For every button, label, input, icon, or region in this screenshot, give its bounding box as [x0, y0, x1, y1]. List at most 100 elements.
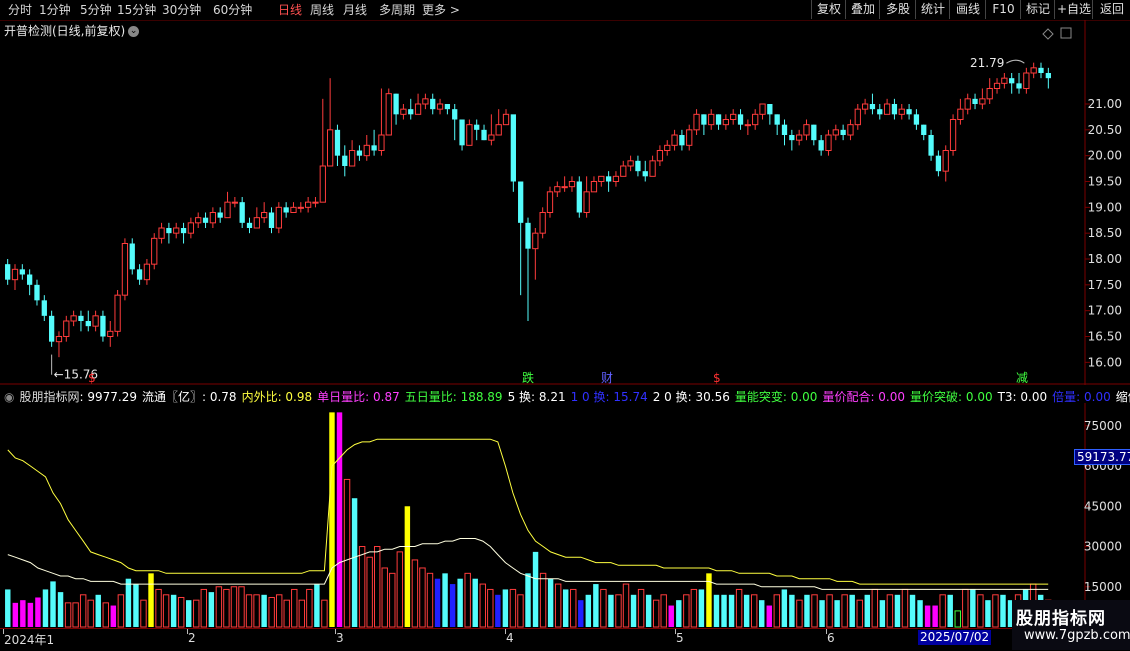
toolbar-button-3[interactable]: 统计 [915, 0, 950, 19]
candle-49 [363, 135, 370, 161]
watermark-url: www.7gpzb.com [1024, 628, 1130, 643]
volume-bar-17 [133, 584, 139, 627]
candle-61 [452, 104, 458, 141]
candle-body [576, 181, 582, 213]
candle-73 [539, 207, 546, 239]
candle-body [964, 98, 971, 110]
toolbar-button-0[interactable]: 复权 [811, 0, 846, 19]
panel-toggle-icon [1060, 27, 1072, 39]
volume-bar-6 [50, 581, 56, 627]
candle-75 [554, 181, 561, 197]
candle-27 [202, 212, 209, 228]
candle-130 [957, 98, 964, 125]
volume-bar-46 [351, 498, 358, 627]
candle-71 [525, 217, 531, 321]
candle-body [957, 108, 964, 120]
period-tab-5[interactable]: 60分钟 [213, 2, 252, 18]
period-tab-2[interactable]: 5分钟 [80, 2, 112, 18]
volume-bar-81 [615, 594, 622, 628]
volume-chart[interactable]: 7500060000450003000015000 [0, 403, 1130, 629]
price-tick-label-1: 20.50 [1088, 123, 1122, 137]
candle-body [48, 315, 55, 342]
candle-body [1023, 72, 1030, 89]
volume-bar-24 [186, 600, 192, 627]
candle-132 [972, 93, 978, 110]
volume-bar-112 [849, 594, 855, 627]
candle-68 [502, 109, 510, 126]
candle-body [11, 268, 19, 281]
indicator-suo: 缩倍 [1115, 390, 1130, 404]
candle-body [935, 155, 942, 172]
volume-bar-35 [268, 596, 275, 628]
toolbar-button-4[interactable]: 画线 [949, 0, 986, 19]
volume-bar-23 [177, 596, 185, 628]
volume-bar-114 [864, 594, 870, 627]
volume-bar-3 [27, 602, 34, 627]
volume-bar-29 [223, 588, 230, 628]
x-axis-tick [187, 629, 188, 634]
candle-133 [979, 88, 986, 110]
candle-116 [854, 104, 861, 130]
volume-bar-30 [230, 586, 238, 628]
candle-body [166, 228, 172, 234]
candle-42 [312, 197, 319, 208]
toolbar-button-7[interactable]: +自选 [1054, 0, 1093, 19]
x-axis-label-4: 5 [676, 631, 684, 645]
volume-bar-110 [834, 600, 840, 627]
x-axis-label-5: 6 [827, 631, 835, 645]
volume-bar-70 [532, 551, 539, 627]
candle-13 [100, 310, 106, 342]
volume-bar-11 [87, 599, 94, 628]
period-tab-7[interactable]: 周线 [310, 2, 334, 18]
candle-119 [877, 104, 883, 120]
volume-bar-97 [735, 588, 743, 628]
candle-body [803, 124, 810, 136]
volume-bar-95 [721, 594, 727, 627]
x-axis-tick [3, 629, 4, 634]
period-tab-4[interactable]: 30分钟 [162, 2, 201, 18]
candle-67 [495, 109, 502, 136]
period-tab-3[interactable]: 15分钟 [117, 2, 156, 18]
candle-body [635, 160, 641, 172]
candle-body [627, 160, 634, 167]
period-tab-1[interactable]: 1分钟 [39, 2, 71, 18]
candle-111 [818, 135, 824, 156]
period-tab-6[interactable]: 日线 [278, 2, 302, 18]
volume-bar-92 [698, 589, 705, 627]
volume-bar-119 [901, 588, 909, 628]
candle-body [869, 104, 876, 110]
period-tab-10[interactable]: 更多 > [422, 2, 460, 18]
toolbar-button-8[interactable]: 返回 [1092, 0, 1130, 19]
indicator-name[interactable]: 股朋指标网 [19, 390, 79, 404]
period-tab-9[interactable]: 多周期 [379, 2, 415, 18]
candle-body [568, 181, 576, 188]
price-chart[interactable]: 21.00 20.50 20.00 19.50 19.00 18.50 18.00 17.50… [0, 20, 1130, 405]
candle-body [459, 119, 465, 146]
volume-bar-54 [411, 559, 419, 628]
candle-83 [612, 171, 620, 187]
volume-bar-13 [102, 602, 109, 628]
indicator-settings-icon[interactable]: ◉ [4, 390, 14, 404]
volume-bar-10 [79, 594, 87, 628]
volume-bar-39 [298, 599, 306, 628]
candle-41 [305, 197, 312, 213]
candle-body [656, 150, 664, 162]
period-tab-8[interactable]: 月线 [343, 2, 367, 18]
candle-81 [598, 175, 605, 187]
indicator-huan20: 2 0 换: 30.56 [652, 390, 730, 404]
toolbar-button-5[interactable]: F10 [985, 0, 1021, 19]
volume-bar-123 [932, 605, 938, 627]
candle-140 [1030, 62, 1037, 79]
candle-body [143, 263, 151, 281]
period-tab-0[interactable]: 分时 [8, 2, 32, 18]
toolbar-button-2[interactable]: 多股 [879, 0, 916, 19]
volume-bar-118 [894, 594, 901, 627]
toolbar-button-1[interactable]: 叠加 [845, 0, 880, 19]
volume-bar-113 [856, 599, 863, 628]
candle-127 [935, 150, 942, 177]
candle-body [913, 114, 920, 125]
candle-body [1009, 78, 1015, 84]
candle-body [290, 206, 297, 213]
toolbar-button-6[interactable]: 标记 [1020, 0, 1055, 19]
volume-bar-75 [570, 588, 577, 628]
